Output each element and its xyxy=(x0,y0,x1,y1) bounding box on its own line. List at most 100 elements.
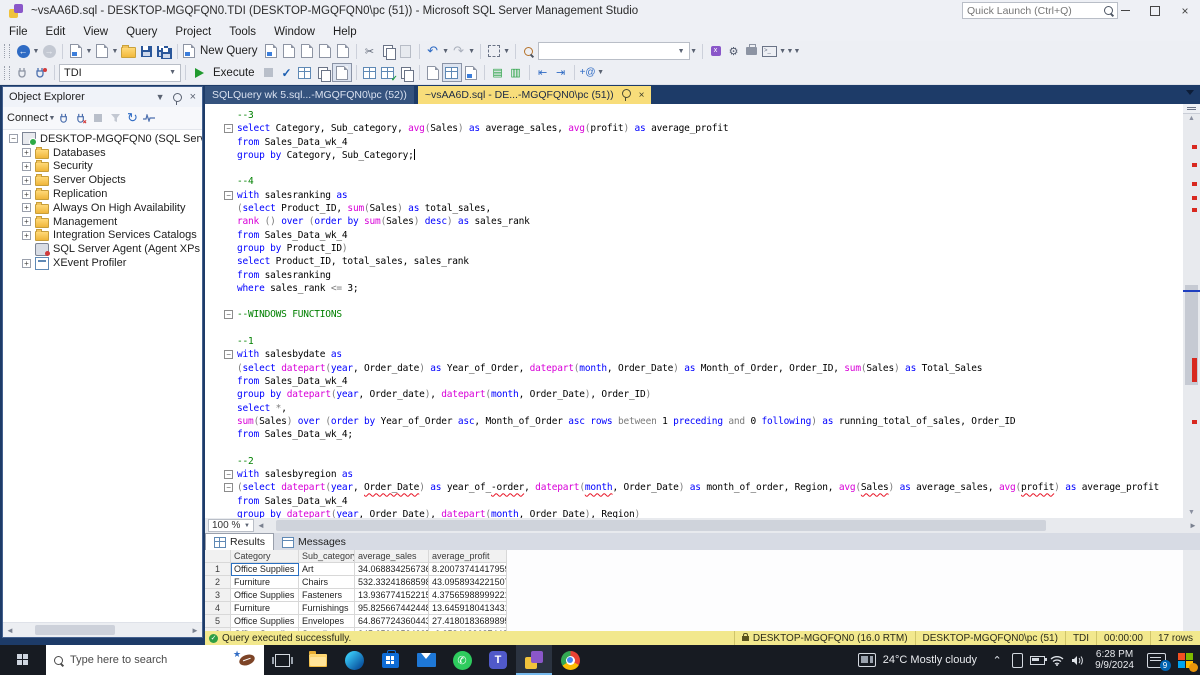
editor-gutter[interactable]: − xyxy=(205,122,237,135)
expand-icon[interactable]: + xyxy=(22,230,31,240)
command-window-button[interactable]: >_ xyxy=(761,43,779,60)
stop-icon[interactable] xyxy=(90,110,107,127)
refresh-icon[interactable]: ↻ xyxy=(124,110,141,127)
chevron-down-icon[interactable]: ▼ xyxy=(156,92,165,102)
code-line[interactable]: (select datepart(year, Order_date) as Ye… xyxy=(205,362,1159,375)
tree-item[interactable]: + Replication xyxy=(3,187,202,201)
task-view-button[interactable] xyxy=(264,645,300,675)
weather-widget[interactable]: 24°C Mostly cloudy xyxy=(848,645,987,675)
column-header[interactable]: average_profit xyxy=(429,550,507,563)
menu-edit[interactable]: Edit xyxy=(37,24,75,40)
navigate-forward-button[interactable]: → xyxy=(40,43,58,60)
whatsapp-icon[interactable]: ✆ xyxy=(444,645,480,675)
editor-gutter[interactable] xyxy=(205,362,237,375)
intellisense-toggle[interactable] xyxy=(331,63,352,82)
editor-gutter[interactable] xyxy=(205,255,237,268)
code-line[interactable]: from Sales_Data_wk_4 xyxy=(205,229,1159,242)
editor-gutter[interactable] xyxy=(205,109,237,122)
tab-messages[interactable]: Messages xyxy=(274,534,354,550)
undo-button[interactable]: ↶ xyxy=(424,43,442,60)
grid-cell[interactable]: Furniture xyxy=(231,602,299,615)
minimize-button[interactable] xyxy=(1110,0,1140,21)
editor-gutter[interactable]: − xyxy=(205,189,237,202)
save-button[interactable] xyxy=(137,43,155,60)
expand-icon[interactable]: + xyxy=(22,203,31,213)
code-line[interactable]: − with salesranking as xyxy=(205,189,1159,202)
expand-icon[interactable]: + xyxy=(22,175,31,185)
grid-cell[interactable]: Furnishings xyxy=(299,602,355,615)
file-explorer-icon[interactable] xyxy=(300,645,336,675)
specify-template-values-button[interactable] xyxy=(361,64,379,81)
fold-collapse-icon[interactable]: − xyxy=(224,124,233,134)
code-line[interactable]: group by Category, Sub_Category; xyxy=(205,148,1159,162)
close-icon[interactable]: × xyxy=(190,91,196,103)
row-number[interactable]: 3 xyxy=(205,589,231,602)
include-actual-plan-button[interactable]: ✓ xyxy=(379,64,398,83)
uncomment-button[interactable]: ▥ xyxy=(507,64,525,81)
redo-button[interactable]: ↷ xyxy=(450,43,468,60)
zoom-combo[interactable]: 100 % ▼ xyxy=(208,519,254,532)
wifi-icon[interactable] xyxy=(1047,645,1067,675)
editor-gutter[interactable] xyxy=(205,508,237,518)
new-query-button[interactable]: New Query xyxy=(196,45,262,57)
connect-button[interactable]: Connect xyxy=(7,112,48,124)
menu-view[interactable]: View xyxy=(74,24,117,40)
code-line[interactable]: --4 xyxy=(205,175,1159,188)
add-item-button[interactable] xyxy=(93,43,111,60)
sqlcmd-mode-button[interactable]: +@ xyxy=(579,64,597,81)
database-engine-query-icon[interactable] xyxy=(262,43,280,60)
code-line[interactable]: from Sales_Data_wk_4 xyxy=(205,495,1159,508)
expand-icon[interactable]: + xyxy=(22,148,31,158)
open-file-button[interactable] xyxy=(119,43,137,60)
start-button[interactable] xyxy=(0,645,46,675)
code-line[interactable] xyxy=(205,322,1159,335)
volume-icon[interactable] xyxy=(1067,645,1087,675)
pin-icon[interactable] xyxy=(621,89,631,101)
fold-collapse-icon[interactable]: − xyxy=(224,483,233,493)
command-window-dropdown[interactable]: ▼ xyxy=(779,48,787,55)
row-number[interactable]: 5 xyxy=(205,615,231,628)
scroll-right-arrow[interactable]: ► xyxy=(188,626,202,635)
editor-gutter[interactable] xyxy=(205,322,237,335)
menu-project[interactable]: Project xyxy=(166,24,220,40)
grid-cell[interactable]: 64.8677243604435 xyxy=(355,615,429,628)
filter-icon[interactable] xyxy=(107,110,124,127)
editor-gutter[interactable] xyxy=(205,428,237,441)
parse-button[interactable]: ✓ xyxy=(278,64,296,81)
editor-vscrollbar[interactable]: ▲ ▼ xyxy=(1183,104,1200,518)
decrease-indent-button[interactable]: ⇤ xyxy=(534,64,552,81)
add-item-dropdown[interactable]: ▼ xyxy=(111,48,119,55)
scroll-left-arrow[interactable]: ◄ xyxy=(254,521,268,530)
comment-button[interactable]: ▤ xyxy=(489,64,507,81)
grid-cell[interactable]: 13.6459180413431 xyxy=(429,602,507,615)
menu-help[interactable]: Help xyxy=(324,24,366,40)
editor-gutter[interactable] xyxy=(205,335,237,348)
paste-button[interactable] xyxy=(397,43,415,60)
editor-gutter[interactable] xyxy=(205,282,237,295)
restore-button[interactable] xyxy=(1140,0,1170,21)
grid-cell[interactable]: 34.0688342567365 xyxy=(355,563,429,576)
connect-icon[interactable] xyxy=(14,64,32,81)
grid-cell[interactable]: 13.9367741522152 xyxy=(355,589,429,602)
disconnect-object-icon[interactable] xyxy=(73,110,90,127)
taskbar-search-input[interactable]: Type here to search xyxy=(46,645,230,675)
column-header[interactable]: Category xyxy=(231,550,299,563)
connect-object-icon[interactable] xyxy=(56,110,73,127)
code-line[interactable]: (select Product_ID, sum(Sales) as total_… xyxy=(205,202,1159,215)
tree-item[interactable]: + Always On High Availability xyxy=(3,201,202,215)
editor-gutter[interactable]: − xyxy=(205,308,237,321)
query-options-button[interactable] xyxy=(314,64,332,82)
change-connection-icon[interactable] xyxy=(32,64,50,81)
scroll-right-arrow[interactable]: ► xyxy=(1186,521,1200,530)
scroll-down-arrow[interactable]: ▼ xyxy=(1183,509,1200,516)
phone-link-icon[interactable] xyxy=(1007,645,1027,675)
fold-collapse-icon[interactable]: − xyxy=(224,350,233,360)
code-line[interactable]: − (select datepart(year, Order_Date) as y… xyxy=(205,481,1159,494)
scroll-thumb[interactable] xyxy=(35,625,115,635)
editor-gutter[interactable]: − xyxy=(205,348,237,361)
code-line[interactable] xyxy=(205,441,1159,454)
battery-icon[interactable] xyxy=(1027,645,1047,675)
grid-cell[interactable]: 43.0958934221507 xyxy=(429,576,507,589)
column-header[interactable]: average_sales xyxy=(355,550,429,563)
editor-gutter[interactable] xyxy=(205,495,237,508)
